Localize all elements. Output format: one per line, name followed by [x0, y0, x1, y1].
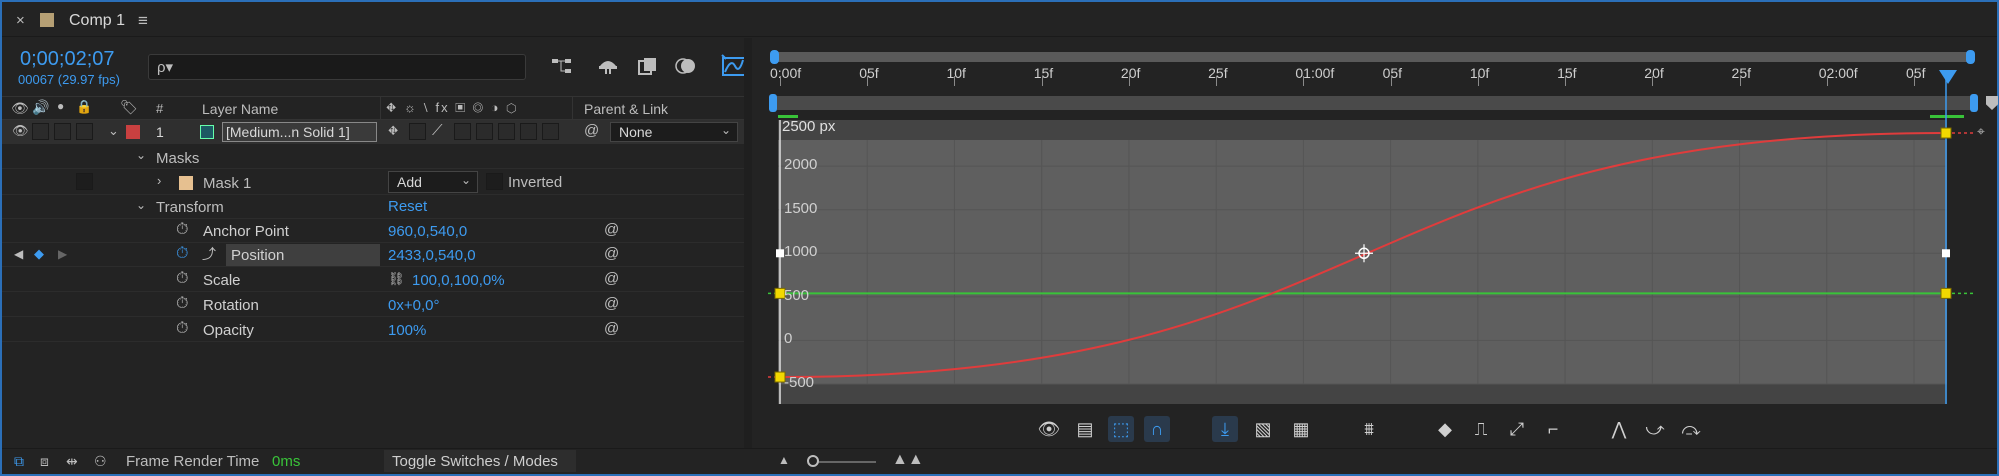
- ruler-tick-line: [1914, 76, 1915, 86]
- property-name[interactable]: Rotation: [203, 297, 259, 314]
- graph-y-tick-label: 500: [784, 286, 810, 304]
- ruler-tick-label: 15f: [1557, 65, 1577, 81]
- auto-zoom-height-icon[interactable]: ⤓: [1212, 416, 1238, 442]
- ruler-tick-line: [1390, 76, 1392, 86]
- ruler-tick-label: 05f: [1906, 65, 1926, 81]
- graph-y-tick-label: 1500: [784, 199, 818, 217]
- ruler-tick-line: [1128, 76, 1130, 86]
- stopwatch-icon[interactable]: ⏱: [176, 245, 188, 263]
- transform-anchor-crosshair: [1355, 244, 1373, 263]
- ruler-tick-label: 05f: [859, 65, 879, 81]
- convert-linear-icon[interactable]: ⌐: [1540, 416, 1566, 442]
- graph-y-tick-label: 2000: [784, 156, 818, 174]
- ruler-tick-label: 25f: [1731, 65, 1751, 81]
- ruler-tick-line: [1652, 76, 1654, 86]
- edit-keyframe-icon[interactable]: ◆: [1432, 416, 1458, 442]
- property-value[interactable]: 100,0,100,0%: [412, 272, 505, 289]
- easy-ease-icon[interactable]: ⋀: [1606, 416, 1632, 442]
- ruler-tick-line: [1565, 76, 1567, 86]
- graph-options-menu-icon[interactable]: ▤: [1072, 416, 1098, 442]
- row-divider: [2, 341, 744, 342]
- ruler-tick-line: [1216, 76, 1218, 86]
- row-divider: [2, 316, 744, 317]
- ruler-tick-line: [1303, 76, 1305, 86]
- after-effects-timeline-panel: × Comp 1 ≡ 0;00;02;07 00067 (29.97 fps) …: [0, 0, 1999, 476]
- easy-ease-out-icon[interactable]: ⤼: [1678, 416, 1704, 442]
- graph-y-tick-label: 0: [784, 330, 793, 348]
- graph-y-tick-label: 1000: [784, 243, 818, 261]
- ruler-tick-line: [1739, 76, 1741, 86]
- transform-box-handle[interactable]: [1942, 249, 1950, 258]
- expression-pick-whip-icon[interactable]: @: [604, 245, 619, 262]
- ruler-tick-label: 0:00f: [770, 65, 802, 81]
- ruler-tick-label: 05f: [1382, 65, 1403, 81]
- ruler-tick-label: 10f: [946, 65, 966, 81]
- ruler-tick-label: 15f: [1033, 65, 1054, 81]
- stopwatch-icon[interactable]: ⏱: [176, 270, 188, 288]
- ruler-tick-label: 20f: [1644, 65, 1664, 81]
- ruler-tick-line: [1826, 76, 1828, 86]
- ruler-tick-label: 25f: [1208, 65, 1228, 81]
- separate-dimensions-icon[interactable]: ⩩: [1356, 416, 1382, 442]
- row-divider: [2, 291, 744, 292]
- property-name[interactable]: Opacity: [203, 322, 254, 339]
- ruler-tick-label: 10f: [1469, 65, 1490, 81]
- expression-pick-whip-icon[interactable]: @: [604, 295, 619, 312]
- convert-hold-icon[interactable]: ⎍: [1468, 416, 1494, 442]
- expression-pick-whip-icon[interactable]: @: [604, 320, 619, 337]
- row-divider: [2, 266, 744, 267]
- row-divider: [2, 242, 744, 243]
- ruler-tick-label: 20f: [1120, 65, 1141, 81]
- constrain-proportions-icon[interactable]: ⛓: [388, 271, 405, 287]
- stopwatch-icon[interactable]: ⏱: [176, 295, 188, 313]
- property-name[interactable]: Anchor Point: [203, 223, 289, 240]
- transform-box-handle[interactable]: [776, 249, 784, 258]
- fit-selection-icon[interactable]: ▧: [1250, 416, 1276, 442]
- property-value[interactable]: 960,0,540,0: [388, 223, 467, 240]
- ruler-tick-label: 02:00f: [1818, 65, 1858, 81]
- graph-type-icon[interactable]: ⤴: [202, 244, 216, 264]
- graph-options-icon[interactable]: ⌖: [1977, 123, 1985, 140]
- expression-pick-whip-icon[interactable]: @: [604, 270, 619, 287]
- ruler-tick-line: [1477, 76, 1479, 86]
- property-value[interactable]: 0x+0,0°: [388, 297, 439, 314]
- keyframe-handle[interactable]: [1940, 287, 1952, 299]
- show-transform-box-icon[interactable]: ⬚: [1108, 416, 1134, 442]
- ruler-tick-line: [867, 76, 869, 86]
- convert-auto-bezier-icon[interactable]: ⤢: [1504, 416, 1530, 442]
- easy-ease-in-icon[interactable]: ⤻: [1642, 416, 1668, 442]
- fit-all-graphs-icon[interactable]: ▦: [1288, 416, 1314, 442]
- expression-pick-whip-icon[interactable]: @: [604, 221, 619, 238]
- show-properties-icon[interactable]: 👁: [1036, 416, 1062, 442]
- snap-icon[interactable]: ∩: [1144, 416, 1170, 442]
- ruler-tick-label: 01:00f: [1295, 65, 1335, 81]
- keyframe-handle[interactable]: [1940, 127, 1952, 139]
- stopwatch-icon[interactable]: ⏱: [176, 320, 188, 338]
- graph-y-tick-label: -500: [784, 374, 815, 391]
- property-name[interactable]: Scale: [203, 272, 241, 289]
- ruler-tick-line: [780, 76, 781, 86]
- property-name[interactable]: Position: [231, 247, 284, 264]
- property-value[interactable]: 100%: [388, 322, 426, 339]
- property-value[interactable]: 2433,0,540,0: [388, 247, 476, 264]
- ruler-tick-line: [954, 76, 956, 86]
- ruler-tick-line: [1041, 76, 1043, 86]
- stopwatch-icon[interactable]: ⏱: [176, 221, 188, 239]
- graph-svg: [768, 76, 1974, 404]
